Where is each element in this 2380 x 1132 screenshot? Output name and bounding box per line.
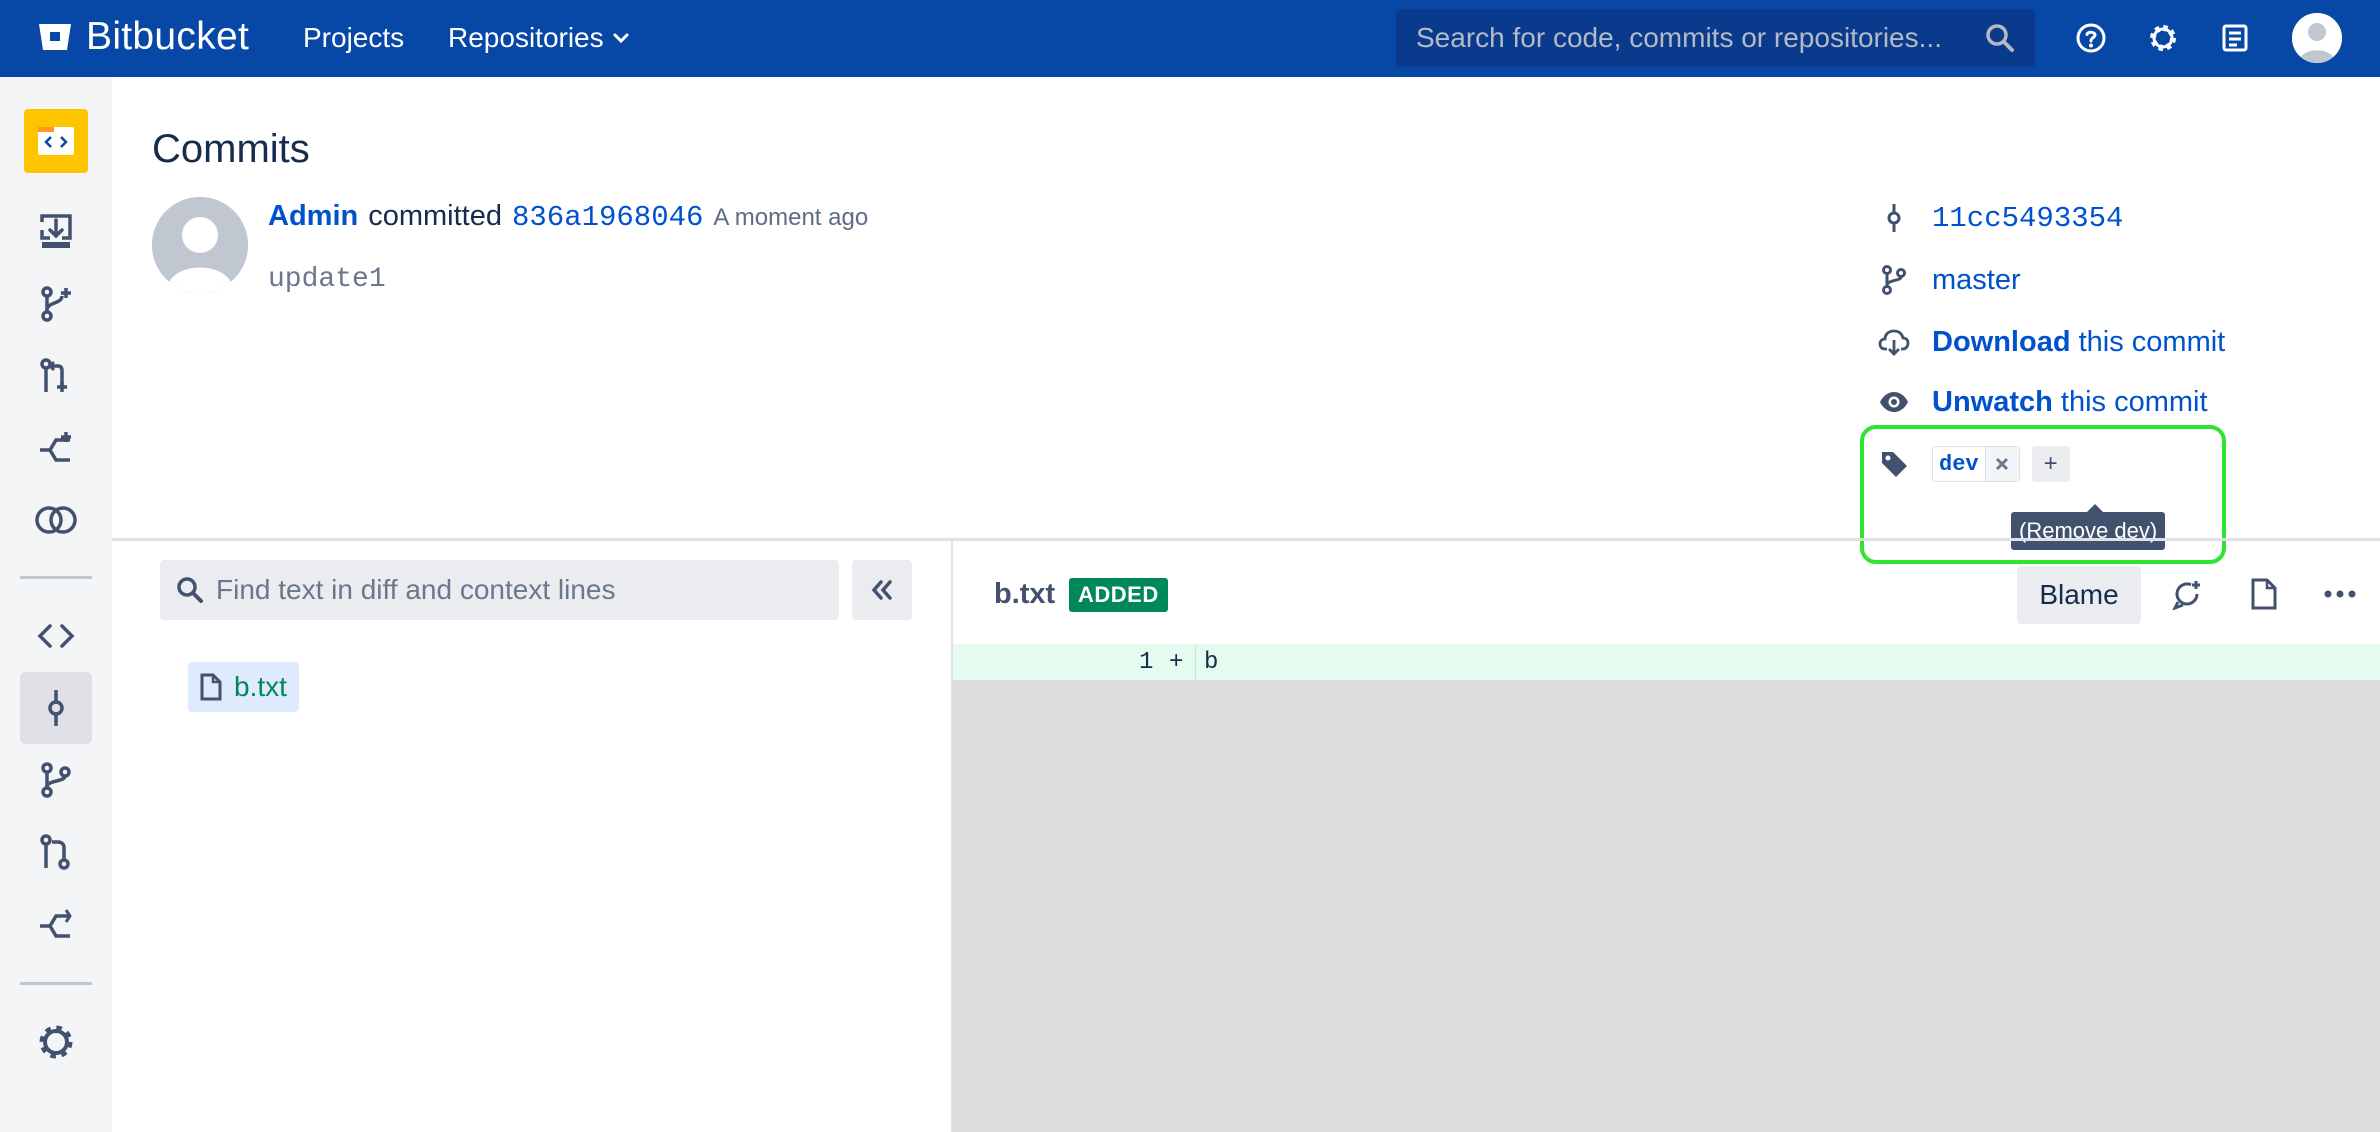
unwatch-suffix: this commit [2060, 385, 2208, 418]
create-branch-icon[interactable] [20, 268, 92, 340]
chevron-down-icon [613, 33, 629, 44]
file-tree-item-label: b.txt [234, 671, 287, 702]
section-divider [112, 538, 2380, 541]
line-number: 1 [1139, 649, 1154, 676]
search-icon [177, 577, 203, 603]
commit-message: update1 [268, 264, 386, 295]
sidebar-divider [20, 982, 92, 985]
forks-icon[interactable] [20, 888, 92, 960]
commit-icon [1876, 200, 1912, 236]
line-sign: + [1169, 649, 1184, 676]
commit-action: committed [368, 200, 502, 232]
nav-projects[interactable]: Projects [303, 22, 404, 54]
notes-icon[interactable] [2217, 20, 2253, 56]
fork-icon[interactable] [20, 412, 92, 484]
add-comment-icon[interactable] [2167, 574, 2207, 614]
help-icon[interactable] [2073, 20, 2109, 56]
page-title: Commits [152, 127, 310, 171]
line-code: b [1204, 649, 1219, 676]
double-chevron-left-icon [871, 580, 892, 600]
pull-requests-icon[interactable] [20, 816, 92, 888]
eye-icon [1876, 384, 1912, 420]
diff-empty-area [953, 680, 2380, 1132]
blame-button[interactable]: Blame [2017, 566, 2141, 624]
download-commit-link[interactable]: Download this commit [1932, 326, 2225, 359]
commit-hash-link[interactable]: 836a1968046 [512, 201, 703, 234]
bitbucket-logo-icon [39, 24, 71, 50]
search-placeholder: Search for code, commits or repositories… [1416, 22, 1942, 53]
global-search-input[interactable]: Search for code, commits or repositories… [1396, 9, 2035, 67]
diff-file-name: b.txt [994, 578, 1056, 610]
download-label: Download [1932, 325, 2071, 358]
branch-link[interactable]: master [1932, 264, 2021, 297]
commit-author-link[interactable]: Admin [268, 200, 358, 233]
annotation-highlight-box [1860, 425, 2226, 564]
branches-icon[interactable] [20, 744, 92, 816]
diff-search-placeholder: Find text in diff and context lines [216, 574, 616, 605]
diff-search-input[interactable]: Find text in diff and context lines [160, 560, 839, 620]
repository-sidebar [0, 77, 112, 1132]
commit-summary: Admin committed 836a1968046 A moment ago [268, 200, 868, 234]
nav-projects-label: Projects [303, 22, 405, 53]
commits-icon[interactable] [20, 672, 92, 744]
settings-icon[interactable] [2145, 20, 2181, 56]
user-avatar[interactable] [2292, 13, 2342, 63]
branch-icon [1876, 262, 1912, 298]
collapse-file-tree-button[interactable] [852, 560, 912, 620]
parent-commit-row: 11cc5493354 [1876, 200, 2123, 236]
sidebar-divider [20, 576, 92, 579]
clone-icon[interactable] [20, 196, 92, 268]
create-pull-request-icon[interactable] [20, 340, 92, 412]
cloud-download-icon [1876, 324, 1912, 360]
more-actions-icon[interactable] [2320, 574, 2360, 614]
parent-commit-link[interactable]: 11cc5493354 [1932, 202, 2123, 235]
search-icon [1986, 24, 2014, 52]
file-tree-item[interactable]: b.txt [188, 662, 299, 712]
repository-settings-icon[interactable] [20, 1006, 92, 1078]
app-name: Bitbucket [86, 15, 250, 58]
nav-repositories[interactable]: Repositories [448, 22, 630, 54]
repository-avatar[interactable] [24, 109, 88, 173]
unwatch-commit-link[interactable]: Unwatch this commit [1932, 386, 2208, 419]
download-row: Download this commit [1876, 324, 2225, 360]
source-icon[interactable] [20, 600, 92, 672]
download-suffix: this commit [2078, 325, 2226, 358]
bitbucket-logo[interactable]: Bitbucket [38, 14, 249, 60]
file-icon [200, 673, 222, 701]
branch-row: master [1876, 262, 2021, 298]
unwatch-label: Unwatch [1932, 385, 2053, 418]
file-status-badge: ADDED [1069, 578, 1168, 612]
commit-time: A moment ago [713, 204, 869, 231]
compare-icon[interactable] [20, 484, 92, 556]
view-file-icon[interactable] [2244, 574, 2284, 614]
unwatch-row: Unwatch this commit [1876, 384, 2208, 420]
nav-repositories-label: Repositories [448, 22, 604, 53]
diff-line-added: 1 + b [953, 644, 2380, 680]
top-navigation-bar: Bitbucket Projects Repositories Search f… [0, 0, 2380, 77]
author-avatar[interactable] [152, 197, 248, 293]
line-gutter-separator [1195, 644, 1196, 680]
